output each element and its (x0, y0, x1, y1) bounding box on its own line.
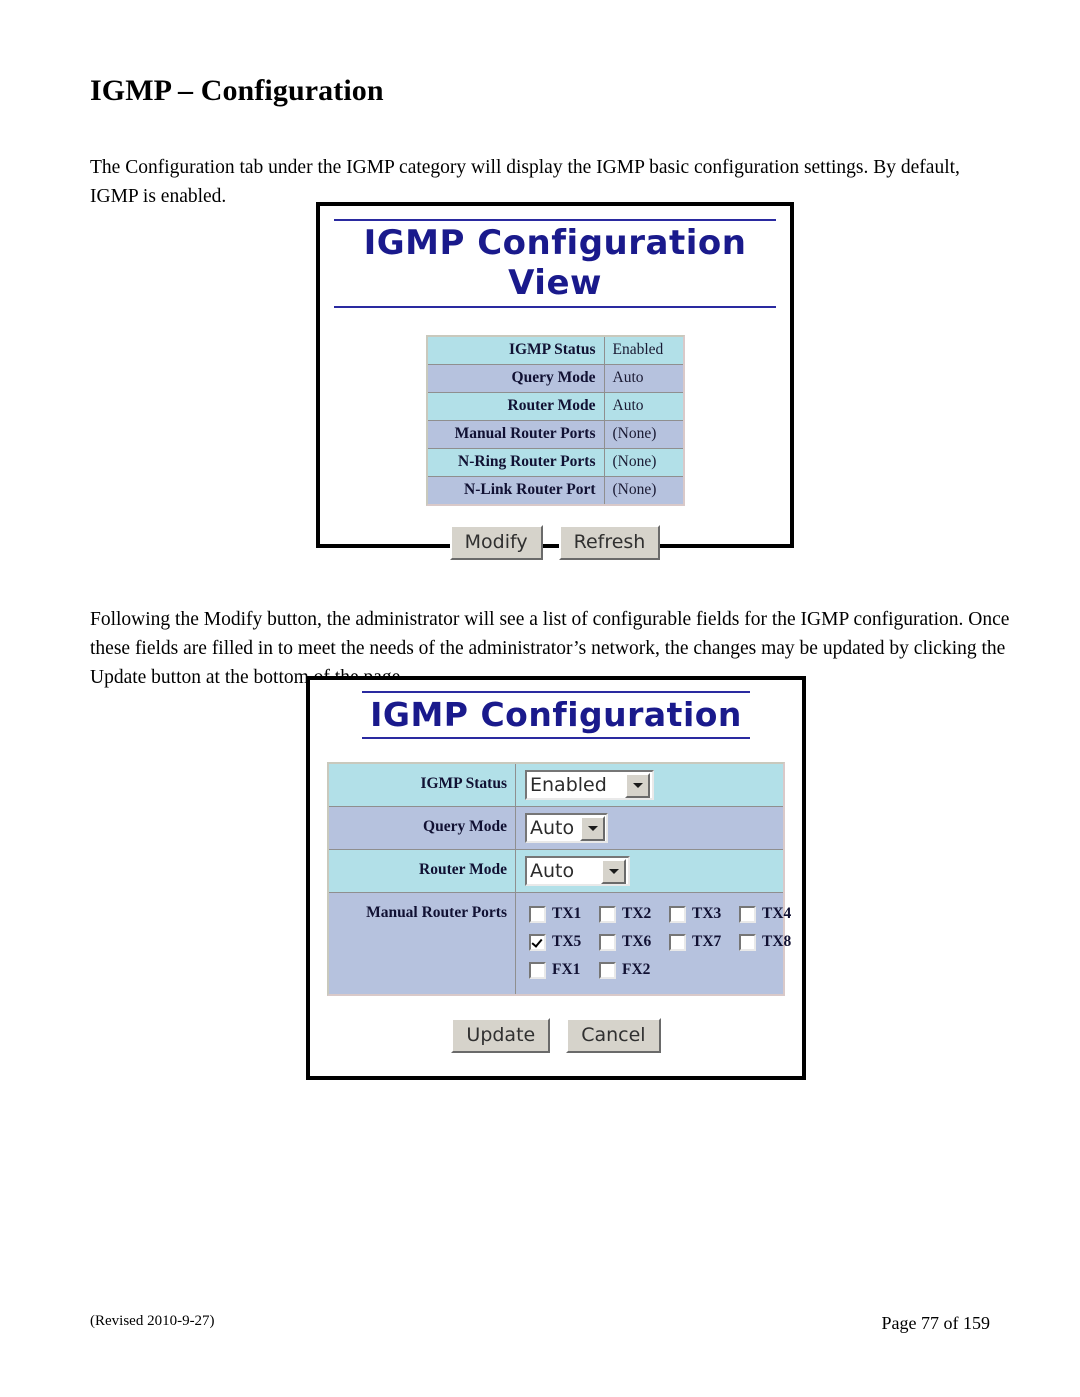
page-number: Page 77 of 159 (881, 1313, 990, 1333)
row-value: Auto (603, 365, 683, 393)
port-label: TX1 (552, 905, 582, 922)
port-label: FX1 (552, 961, 581, 978)
port-checkbox-row: TX1 TX2 TX3 TX4 (529, 905, 791, 923)
table-row-manual-router-ports: Manual Router Ports TX1 TX2 TX3 TX4 TX5 … (329, 893, 791, 994)
view-panel-title: IGMP Configuration View (334, 219, 776, 308)
row-label: Manual Router Ports (427, 421, 604, 449)
port-checkbox-tx7[interactable]: TX7 (669, 933, 739, 951)
igmp-configuration-view-screenshot: IGMP Configuration View IGMP Status Enab… (316, 202, 794, 560)
igmp-status-field: Enabled (515, 764, 783, 807)
row-value: (None) (603, 477, 683, 504)
checkbox-icon[interactable] (529, 905, 546, 923)
port-checkbox-tx5[interactable]: TX5 (529, 933, 599, 951)
modify-button[interactable]: Modify (449, 525, 543, 560)
page-title: IGMP – Configuration (90, 74, 384, 108)
table-row: Query Mode Auto (427, 365, 683, 393)
port-checkbox-tx6[interactable]: TX6 (599, 933, 669, 951)
port-checkbox-tx2[interactable]: TX2 (599, 905, 669, 923)
manual-router-ports-field: TX1 TX2 TX3 TX4 TX5 TX6 TX7 TX8 FX1 FX2 (515, 893, 791, 994)
port-label: TX7 (692, 933, 722, 950)
port-label: TX2 (622, 905, 652, 922)
query-mode-value: Auto (530, 817, 575, 839)
port-label: TX3 (692, 905, 722, 922)
row-value: Auto (603, 393, 683, 421)
row-value: Enabled (603, 337, 683, 365)
router-mode-field: Auto (515, 850, 783, 893)
igmp-status-value: Enabled (530, 774, 607, 796)
port-label: TX6 (622, 933, 652, 950)
row-label: Query Mode (427, 365, 604, 393)
igmp-status-select[interactable]: Enabled (525, 770, 654, 800)
igmp-configuration-form-screenshot: IGMP Configuration IGMP Status Enabled Q… (306, 676, 806, 1080)
igmp-status-table: IGMP Status Enabled Query Mode Auto Rout… (425, 335, 685, 506)
row-value: (None) (603, 421, 683, 449)
router-mode-value: Auto (530, 860, 575, 882)
checkbox-icon[interactable] (529, 961, 546, 979)
query-mode-select[interactable]: Auto (525, 813, 608, 843)
manual-router-ports-label: Manual Router Ports (366, 904, 507, 921)
router-mode-label: Router Mode (329, 850, 515, 893)
checkbox-checked-icon[interactable] (529, 933, 546, 951)
table-row-router-mode: Router Mode Auto (329, 850, 783, 893)
checkbox-icon[interactable] (669, 933, 686, 951)
checkbox-icon[interactable] (669, 905, 686, 923)
port-checkbox-fx1[interactable]: FX1 (529, 961, 599, 979)
igmp-configuration-table: IGMP Status Enabled Query Mode Auto Rout… (327, 762, 791, 996)
cancel-button[interactable]: Cancel (566, 1018, 661, 1053)
row-label: N-Ring Router Ports (427, 449, 604, 477)
port-checkbox-fx2[interactable]: FX2 (599, 961, 669, 979)
checkbox-icon[interactable] (599, 961, 616, 979)
row-label: Router Mode (427, 393, 604, 421)
chevron-down-icon[interactable] (625, 772, 650, 798)
query-mode-field: Auto (515, 807, 783, 850)
refresh-button[interactable]: Refresh (558, 525, 661, 560)
port-checkbox-row: TX5 TX6 TX7 TX8 (529, 933, 791, 951)
chevron-down-icon[interactable] (580, 815, 606, 841)
row-label: IGMP Status (427, 337, 604, 365)
chevron-down-icon[interactable] (601, 858, 626, 884)
router-mode-select[interactable]: Auto (525, 856, 630, 886)
config-panel-button-row: Update Cancel (310, 1018, 802, 1053)
config-panel-title: IGMP Configuration (362, 691, 750, 739)
table-row: Router Mode Auto (427, 393, 683, 421)
row-label: N-Link Router Port (427, 477, 604, 504)
table-row-query-mode: Query Mode Auto (329, 807, 783, 850)
port-checkbox-row: FX1 FX2 (529, 961, 777, 979)
port-checkbox-tx8[interactable]: TX8 (739, 933, 809, 951)
table-row: N-Ring Router Ports (None) (427, 449, 683, 477)
port-label: TX4 (762, 905, 792, 922)
port-checkbox-tx3[interactable]: TX3 (669, 905, 739, 923)
port-checkbox-grid: TX1 TX2 TX3 TX4 TX5 TX6 TX7 TX8 FX1 FX2 (525, 899, 791, 988)
igmp-status-label: IGMP Status (329, 764, 515, 807)
checkbox-icon[interactable] (739, 905, 756, 923)
port-label: TX5 (552, 933, 582, 950)
checkbox-icon[interactable] (599, 905, 616, 923)
port-label: FX2 (622, 961, 651, 978)
page-footer: (Revised 2010-9-27) Page 77 of 159 (90, 1313, 990, 1334)
update-button[interactable]: Update (451, 1018, 551, 1053)
checkbox-icon[interactable] (739, 933, 756, 951)
port-label: TX8 (762, 933, 792, 950)
view-panel-button-row: Modify Refresh (320, 525, 790, 560)
revision-note: (Revised 2010-9-27) (90, 1313, 215, 1329)
port-checkbox-tx4[interactable]: TX4 (739, 905, 809, 923)
checkbox-icon[interactable] (599, 933, 616, 951)
table-row: N-Link Router Port (None) (427, 477, 683, 504)
table-row: IGMP Status Enabled (427, 337, 683, 365)
document-page: IGMP – Configuration The Configuration t… (0, 0, 1080, 1397)
query-mode-label: Query Mode (329, 807, 515, 850)
port-checkbox-tx1[interactable]: TX1 (529, 905, 599, 923)
table-row-igmp-status: IGMP Status Enabled (329, 764, 783, 807)
row-value: (None) (603, 449, 683, 477)
table-row: Manual Router Ports (None) (427, 421, 683, 449)
